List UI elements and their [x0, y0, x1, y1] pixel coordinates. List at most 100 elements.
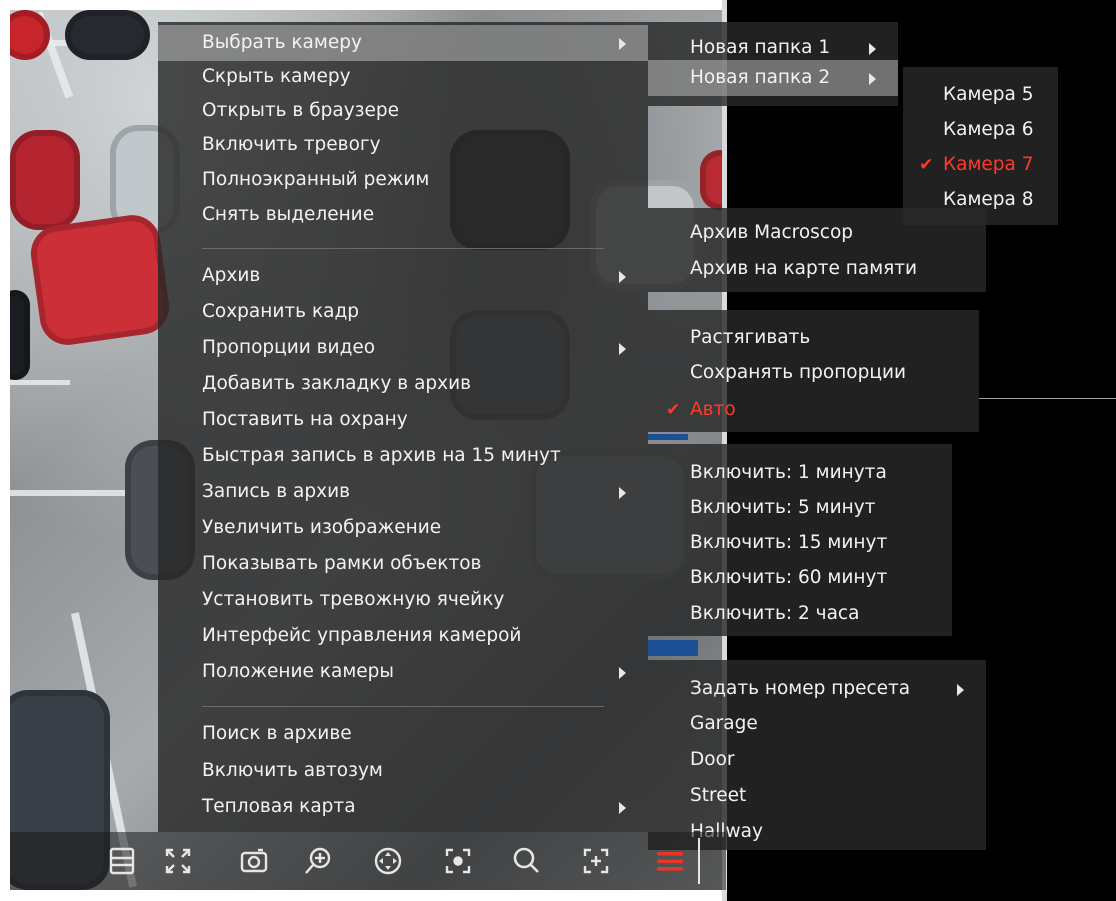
menu-item-label: Полноэкранный режим [202, 169, 430, 190]
submenu-arrow-icon [619, 38, 626, 50]
main-item-16[interactable]: Интерфейс управления камерой [158, 618, 648, 654]
proportion-item-0[interactable]: Растягивать [648, 320, 979, 356]
position-item-3[interactable]: Street [648, 778, 986, 814]
position-item-1[interactable]: Garage [648, 706, 986, 742]
submenu-arrow-icon [619, 487, 626, 499]
menu-item-label: Поставить на охрану [202, 409, 408, 430]
camera-context-menu: Выбрать камеру Скрыть камеру Открыть в бра… [158, 22, 648, 832]
position-item-2[interactable]: Door [648, 742, 986, 778]
menu-item-label: Включить: 2 часа [690, 603, 860, 624]
main-item-8[interactable]: Пропорции видео [158, 330, 648, 366]
checkmark-icon: ✔ [666, 400, 681, 420]
menu-item-label: Интерфейс управления камерой [202, 625, 522, 646]
record-item-0[interactable]: Включить: 1 минута [648, 455, 952, 491]
menu-item-label: Пропорции видео [202, 337, 376, 358]
main-item-3[interactable]: Включить тревогу [158, 127, 648, 163]
record-item-1[interactable]: Включить: 5 минут [648, 490, 952, 526]
main-item-13[interactable]: Увеличить изображение [158, 510, 648, 546]
record-item-3[interactable]: Включить: 60 минут [648, 560, 952, 596]
menu-item-label: Новая папка 2 [690, 67, 831, 88]
proportion-item-2[interactable]: ✔ Авто [648, 392, 979, 428]
submenu-arrow-icon [619, 343, 626, 355]
cameras-submenu: Камера 5 Камера 6 ✔ Камера 7 Камера 8 [903, 67, 1058, 225]
main-item-7[interactable]: Сохранить кадр [158, 294, 648, 330]
menu-item-label: Поиск в архиве [202, 723, 352, 744]
menu-item-label: Выбрать камеру [202, 32, 362, 53]
main-item-5[interactable]: Снять выделение [158, 197, 648, 233]
main-item-1[interactable]: Скрыть камеру [158, 59, 648, 95]
video-proportions-submenu: Растягивать Сохранять пропорции ✔ Авто [648, 310, 979, 432]
menu-item-label: Street [690, 785, 747, 806]
menu-item-label: Включить: 60 минут [690, 567, 888, 588]
main-item-2[interactable]: Открыть в браузере [158, 93, 648, 129]
snapshot-icon[interactable] [238, 845, 270, 877]
submenu-arrow-icon [619, 667, 626, 679]
main-item-20[interactable]: Тепловая карта [158, 789, 648, 825]
menu-item-label: Сохранять пропорции [690, 362, 907, 383]
menu-item-label: Растягивать [690, 327, 811, 348]
search-icon[interactable] [510, 845, 542, 877]
zoom-in-icon[interactable] [302, 845, 334, 877]
add-frame-icon[interactable] [580, 845, 612, 877]
main-item-17[interactable]: Положение камеры [158, 654, 648, 690]
proportion-item-1[interactable]: Сохранять пропорции [648, 355, 979, 391]
menu-item-label: Камера 7 [943, 154, 1034, 175]
camera-item-1[interactable]: Камера 6 [903, 112, 1058, 148]
menu-icon[interactable] [654, 845, 686, 877]
fullscreen-icon[interactable] [162, 845, 194, 877]
menu-item-label: Включить: 15 минут [690, 532, 888, 553]
record-item-4[interactable]: Включить: 2 часа [648, 596, 952, 632]
menu-item-label: Архив на карте памяти [690, 258, 918, 279]
main-item-14[interactable]: Показывать рамки объектов [158, 546, 648, 582]
submenu-arrow-icon [957, 684, 964, 696]
submenu-arrow-icon [869, 43, 876, 55]
menu-item-label: Задать номер пресета [690, 678, 911, 699]
focus-icon[interactable] [442, 845, 474, 877]
main-item-15[interactable]: Установить тревожную ячейку [158, 582, 648, 618]
menu-item-label: Garage [690, 713, 758, 734]
menu-item-label: Запись в архив [202, 481, 351, 502]
main-item-12[interactable]: Запись в архив [158, 474, 648, 510]
layout-icon[interactable] [106, 845, 138, 877]
folders-submenu: Новая папка 1 Новая папка 2 [648, 22, 898, 106]
main-item-4[interactable]: Полноэкранный режим [158, 162, 648, 198]
menu-item-label: Тепловая карта [202, 796, 356, 817]
menu-item-label: Установить тревожную ячейку [202, 589, 505, 610]
camera-item-2[interactable]: ✔ Камера 7 [903, 147, 1058, 183]
folder-item-1[interactable]: Новая папка 2 [648, 60, 898, 96]
main-item-6[interactable]: Архив [158, 258, 648, 294]
menu-item-label: Камера 5 [943, 84, 1034, 105]
main-item-11[interactable]: Быстрая запись в архив на 15 минут [158, 438, 648, 474]
menu-separator [202, 248, 604, 249]
archive-item-0[interactable]: Архив Macroscop [648, 215, 986, 251]
menu-item-label: Камера 6 [943, 119, 1034, 140]
ptz-control-icon[interactable] [372, 845, 404, 877]
menu-item-label: Увеличить изображение [202, 517, 442, 538]
checkmark-icon: ✔ [919, 155, 934, 175]
menu-item-label: Снять выделение [202, 204, 375, 225]
main-item-9[interactable]: Добавить закладку в архив [158, 366, 648, 402]
record-item-2[interactable]: Включить: 15 минут [648, 525, 952, 561]
menu-item-label: Быстрая запись в архив на 15 минут [202, 445, 561, 466]
camera-toolbar [10, 832, 726, 890]
main-item-0[interactable]: Выбрать камеру [158, 25, 648, 61]
menu-item-label: Включить: 1 минута [690, 462, 887, 483]
menu-item-label: Архив Macroscop [690, 222, 854, 243]
archive-submenu: Архив Macroscop Архив на карте памяти [648, 208, 986, 292]
camera-position-submenu: Задать номер пресета Garage Door Street Hall… [648, 660, 986, 850]
menu-item-label: Показывать рамки объектов [202, 553, 482, 574]
menu-item-label: Архив [202, 265, 261, 286]
position-item-0[interactable]: Задать номер пресета [648, 671, 986, 707]
selection-marker [648, 434, 688, 440]
menu-item-label: Включить автозум [202, 760, 383, 781]
cell-divider-horizontal [979, 398, 1116, 399]
main-item-18[interactable]: Поиск в архиве [158, 716, 648, 752]
menu-separator [202, 706, 604, 707]
main-item-19[interactable]: Включить автозум [158, 753, 648, 789]
record-archive-submenu: Включить: 1 минута Включить: 5 минут Включ… [648, 444, 952, 636]
menu-item-label: Скрыть камеру [202, 66, 351, 87]
menu-item-label: Сохранить кадр [202, 301, 359, 322]
main-item-10[interactable]: Поставить на охрану [158, 402, 648, 438]
camera-item-0[interactable]: Камера 5 [903, 77, 1058, 113]
archive-item-1[interactable]: Архив на карте памяти [648, 251, 986, 287]
